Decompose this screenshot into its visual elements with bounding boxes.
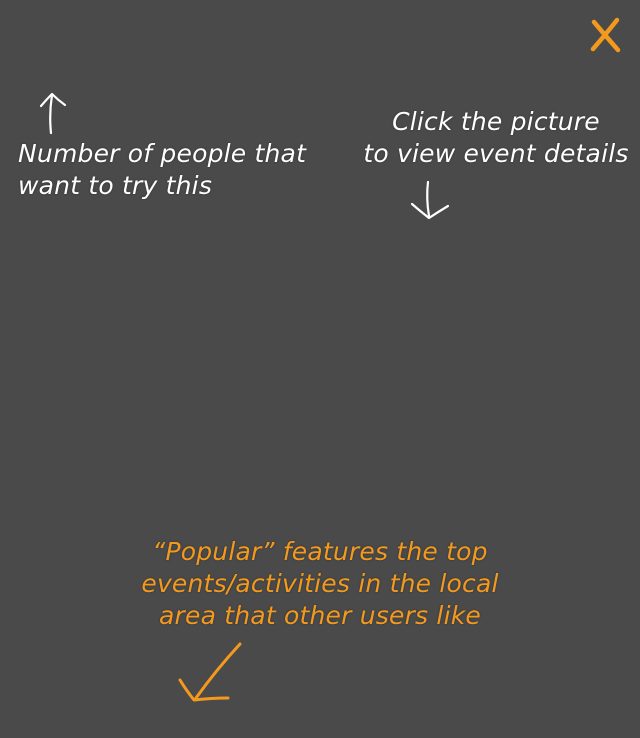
arrow-down-icon	[410, 180, 450, 220]
close-button[interactable]	[586, 14, 626, 56]
close-icon	[590, 17, 621, 53]
hint-line: events/activities in the local	[141, 569, 499, 598]
hint-line: Number of people that	[18, 139, 307, 168]
hint-want-to-try: Number of people that want to try this	[18, 138, 328, 202]
hint-line: Click the picture	[392, 107, 600, 136]
arrow-down-left-icon	[178, 642, 242, 702]
hint-popular: “Popular” features the top events/activi…	[110, 536, 530, 632]
arrow-up-icon	[39, 92, 67, 135]
hint-line: area that other users like	[159, 601, 481, 630]
hint-line: to view event details	[363, 139, 629, 168]
hint-view-details: Click the picture to view event details	[356, 106, 636, 170]
hint-line: want to try this	[18, 171, 213, 200]
hint-line: “Popular” features the top	[152, 537, 488, 566]
tutorial-overlay: Number of people that want to try this C…	[0, 0, 640, 738]
